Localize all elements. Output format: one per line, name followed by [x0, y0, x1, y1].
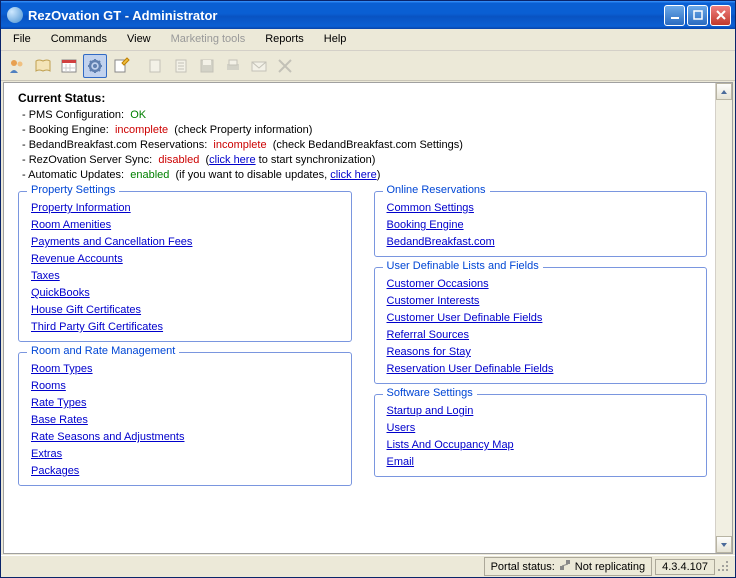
toolbar-book-icon[interactable]: [31, 54, 55, 78]
toolbar-calendar-icon[interactable]: [57, 54, 81, 78]
link-users[interactable]: Users: [387, 422, 416, 434]
status-pms: - PMS Configuration: OK: [22, 109, 707, 121]
link-customer-occasions[interactable]: Customer Occasions: [387, 278, 489, 290]
toolbar-settings-icon[interactable]: [83, 54, 107, 78]
link-quickbooks[interactable]: QuickBooks: [31, 287, 90, 299]
menu-file[interactable]: File: [3, 29, 41, 50]
link-rate-types[interactable]: Rate Types: [31, 397, 86, 409]
link-payments-cancellation[interactable]: Payments and Cancellation Fees: [31, 236, 192, 248]
scroll-area: Current Status: - PMS Configuration: OK …: [4, 83, 715, 553]
menu-help[interactable]: Help: [314, 29, 357, 50]
link-lists-occupancy[interactable]: Lists And Occupancy Map: [387, 439, 514, 451]
close-button[interactable]: [710, 5, 731, 26]
link-house-gift-certs[interactable]: House Gift Certificates: [31, 304, 141, 316]
menu-reports[interactable]: Reports: [255, 29, 314, 50]
status-sync: - RezOvation Server Sync: disabled (clic…: [22, 154, 707, 166]
menu-view[interactable]: View: [117, 29, 161, 50]
toolbar-new-icon: [143, 54, 167, 78]
link-email[interactable]: Email: [387, 456, 415, 468]
link-base-rates[interactable]: Base Rates: [31, 414, 88, 426]
link-third-party-gift-certs[interactable]: Third Party Gift Certificates: [31, 321, 163, 333]
link-customer-fields[interactable]: Customer User Definable Fields: [387, 312, 543, 324]
status-updates-value: enabled: [130, 169, 169, 181]
link-reasons-for-stay[interactable]: Reasons for Stay: [387, 346, 471, 358]
menu-marketing-tools: Marketing tools: [161, 29, 256, 50]
menubar: File Commands View Marketing tools Repor…: [1, 29, 735, 51]
toolbar-users-icon[interactable]: [5, 54, 29, 78]
status-updates: - Automatic Updates: enabled (if you wan…: [22, 169, 707, 181]
toolbar-print-icon: [221, 54, 245, 78]
link-room-types[interactable]: Room Types: [31, 363, 93, 375]
minimize-button[interactable]: [664, 5, 685, 26]
link-rooms[interactable]: Rooms: [31, 380, 66, 392]
group-user-lists-legend: User Definable Lists and Fields: [383, 260, 543, 272]
link-startup-login[interactable]: Startup and Login: [387, 405, 474, 417]
scroll-up-button[interactable]: [716, 83, 732, 100]
maximize-button[interactable]: [687, 5, 708, 26]
link-common-settings[interactable]: Common Settings: [387, 202, 474, 214]
link-property-information[interactable]: Property Information: [31, 202, 131, 214]
toolbar-edit-icon[interactable]: [109, 54, 133, 78]
status-bnb: - BedandBreakfast.com Reservations: inco…: [22, 139, 707, 151]
status-pms-value: OK: [130, 109, 146, 121]
toolbar: [1, 51, 735, 81]
updates-click-here-link[interactable]: click here: [330, 169, 376, 181]
resize-grip[interactable]: [717, 560, 731, 574]
status-sync-value: disabled: [158, 154, 199, 166]
link-rate-seasons[interactable]: Rate Seasons and Adjustments: [31, 431, 184, 443]
group-room-rate-legend: Room and Rate Management: [27, 345, 179, 357]
link-bnb-com[interactable]: BedandBreakfast.com: [387, 236, 495, 248]
current-status-heading: Current Status:: [18, 91, 707, 105]
status-booking-value: incomplete: [115, 124, 168, 136]
content-area: Current Status: - PMS Configuration: OK …: [3, 82, 733, 554]
portal-status-value: Not replicating: [575, 561, 645, 573]
toolbar-save-icon: [195, 54, 219, 78]
group-property-legend: Property Settings: [27, 184, 119, 196]
replication-icon: [559, 559, 571, 574]
toolbar-delete-icon: [273, 54, 297, 78]
group-online-reservations: Online Reservations Common Settings Book…: [374, 191, 708, 257]
link-extras[interactable]: Extras: [31, 448, 62, 460]
status-booking: - Booking Engine: incomplete (check Prop…: [22, 124, 707, 136]
link-packages[interactable]: Packages: [31, 465, 79, 477]
scroll-track[interactable]: [716, 100, 732, 536]
statusbar: Portal status: Not replicating 4.3.4.107: [1, 555, 735, 577]
link-referral-sources[interactable]: Referral Sources: [387, 329, 470, 341]
link-taxes[interactable]: Taxes: [31, 270, 60, 282]
version-label: 4.3.4.107: [662, 561, 708, 573]
link-booking-engine[interactable]: Booking Engine: [387, 219, 464, 231]
toolbar-open-icon: [169, 54, 193, 78]
group-user-lists: User Definable Lists and Fields Customer…: [374, 267, 708, 384]
app-window: RezOvation GT - Administrator File Comma…: [0, 0, 736, 578]
status-bnb-value: incomplete: [213, 139, 266, 151]
sync-click-here-link[interactable]: click here: [209, 154, 255, 166]
menu-commands[interactable]: Commands: [41, 29, 117, 50]
titlebar: RezOvation GT - Administrator: [1, 1, 735, 29]
link-reservation-fields[interactable]: Reservation User Definable Fields: [387, 363, 554, 375]
portal-status-panel: Portal status: Not replicating: [484, 557, 653, 576]
version-panel: 4.3.4.107: [655, 559, 715, 575]
link-customer-interests[interactable]: Customer Interests: [387, 295, 480, 307]
vertical-scrollbar[interactable]: [715, 83, 732, 553]
link-room-amenities[interactable]: Room Amenities: [31, 219, 111, 231]
group-property-settings: Property Settings Property Information R…: [18, 191, 352, 342]
group-software-legend: Software Settings: [383, 387, 477, 399]
toolbar-mail-icon: [247, 54, 271, 78]
group-room-rate: Room and Rate Management Room Types Room…: [18, 352, 352, 486]
app-icon: [7, 7, 23, 23]
scroll-down-button[interactable]: [716, 536, 732, 553]
group-software-settings: Software Settings Startup and Login User…: [374, 394, 708, 477]
link-revenue-accounts[interactable]: Revenue Accounts: [31, 253, 123, 265]
group-online-legend: Online Reservations: [383, 184, 490, 196]
window-title: RezOvation GT - Administrator: [28, 8, 217, 23]
